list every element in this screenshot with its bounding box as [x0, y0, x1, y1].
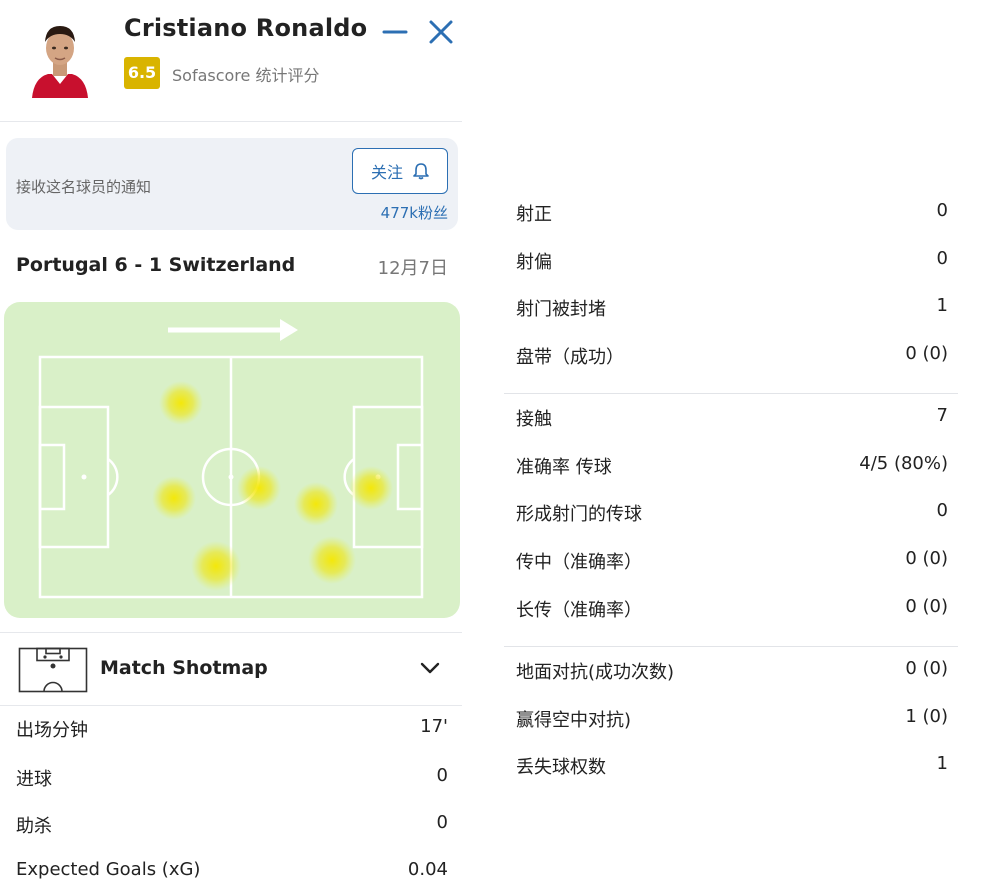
stat-label: 射门被封堵	[516, 299, 606, 320]
stat-row-xg: Expected Goals (xG) 0.04	[16, 859, 448, 883]
stat-label: 助杀	[16, 816, 52, 837]
player-name: Cristiano Ronaldo	[124, 14, 368, 42]
stat-row-crosses: 传中（准确率） 0 (0)	[516, 548, 948, 578]
bell-icon	[413, 163, 429, 180]
stat-label: 准确率 传球	[516, 457, 612, 478]
stat-label: 形成射门的传球	[516, 504, 642, 525]
follow-button[interactable]: 关注	[352, 148, 448, 194]
stat-value: 1	[936, 753, 948, 774]
stat-value: 0 (0)	[905, 658, 948, 679]
shotmap-icon	[18, 647, 88, 693]
stat-label: 射正	[516, 204, 552, 225]
match-title: Portugal 6 - 1 Switzerland	[16, 254, 296, 276]
match-info[interactable]: Portugal 6 - 1 Switzerland 12月7日	[16, 254, 448, 280]
stat-value: 4/5 (80%)	[859, 453, 948, 474]
stat-label: 传中（准确率）	[516, 552, 642, 573]
stat-row-aerial-duels: 赢得空中对抗) 1 (0)	[516, 706, 948, 736]
stat-row-blocked-shots: 射门被封堵 1	[516, 295, 948, 325]
heat-spot	[191, 541, 241, 591]
shotmap-toggle[interactable]: Match Shotmap	[0, 632, 462, 706]
stat-row-ground-duels: 地面对抗(成功次数) 0 (0)	[516, 658, 948, 688]
heat-spot	[237, 466, 281, 510]
stat-row-pass-accuracy: 准确率 传球 4/5 (80%)	[516, 453, 948, 483]
heatmap-pitch	[4, 302, 460, 618]
stat-label: 地面对抗(成功次数)	[516, 662, 675, 683]
chevron-down-icon[interactable]	[418, 659, 442, 677]
minimize-icon[interactable]	[380, 18, 410, 46]
stat-row-shots-on-target: 射正 0	[516, 200, 948, 230]
stat-label: 赢得空中对抗)	[516, 710, 632, 731]
stat-row-goals: 进球 0	[16, 765, 448, 795]
stat-value: 1 (0)	[905, 706, 948, 727]
follow-prompt: 接收这名球员的通知	[16, 178, 152, 196]
stat-row-shots-off-target: 射偏 0	[516, 248, 948, 278]
stat-value: 0	[436, 812, 448, 833]
close-icon[interactable]	[426, 17, 456, 47]
follow-button-label: 关注	[370, 163, 403, 182]
stat-value: 0 (0)	[905, 596, 948, 617]
stat-label: 丢失球权数	[516, 757, 606, 778]
match-date: 12月7日	[377, 258, 448, 279]
stat-value: 17'	[420, 716, 448, 737]
section-divider	[504, 646, 958, 647]
stat-row-touches: 接触 7	[516, 405, 948, 435]
stat-value: 7	[936, 405, 948, 426]
rating-badge: 6.5	[124, 57, 160, 89]
shotmap-label: Match Shotmap	[100, 657, 268, 679]
heat-spot	[294, 482, 338, 526]
stat-value: 0	[936, 200, 948, 221]
stat-label: 盘带（成功）	[516, 347, 624, 368]
heat-spot	[349, 466, 393, 510]
stat-label: Expected Goals (xG)	[16, 859, 201, 880]
stat-label: 出场分钟	[16, 720, 88, 741]
stat-value: 0	[936, 500, 948, 521]
stat-value: 0 (0)	[905, 548, 948, 569]
stat-value: 0.04	[407, 859, 448, 880]
stat-value: 0	[936, 248, 948, 269]
rating-label: Sofascore 统计评分	[172, 66, 320, 85]
follow-card: 接收这名球员的通知 关注 477k粉丝	[6, 138, 458, 230]
stat-value: 1	[936, 295, 948, 316]
stat-row-assists: 助杀 0	[16, 812, 448, 842]
stat-label: 进球	[16, 769, 52, 790]
stat-label: 长传（准确率）	[516, 600, 642, 621]
followers-count: 477k粉丝	[380, 204, 448, 222]
section-divider	[504, 393, 958, 394]
stat-row-minutes: 出场分钟 17'	[16, 716, 448, 746]
stat-row-key-passes: 形成射门的传球 0	[516, 500, 948, 530]
player-avatar	[26, 12, 94, 98]
stat-value: 0 (0)	[905, 343, 948, 364]
stat-label: 射偏	[516, 252, 552, 273]
stat-row-possession-lost: 丢失球权数 1	[516, 753, 948, 783]
stat-row-long-balls: 长传（准确率） 0 (0)	[516, 596, 948, 626]
player-header: Cristiano Ronaldo 6.5 Sofascore 统计评分	[0, 0, 462, 122]
stat-value: 0	[436, 765, 448, 786]
player-panel: Cristiano Ronaldo 6.5 Sofascore 统计评分 接收这…	[0, 0, 462, 883]
heat-spot	[308, 536, 356, 584]
heat-spot	[159, 381, 203, 425]
stat-label: 接触	[516, 409, 552, 430]
heat-spot	[152, 476, 196, 520]
stat-row-dribbles: 盘带（成功） 0 (0)	[516, 343, 948, 373]
